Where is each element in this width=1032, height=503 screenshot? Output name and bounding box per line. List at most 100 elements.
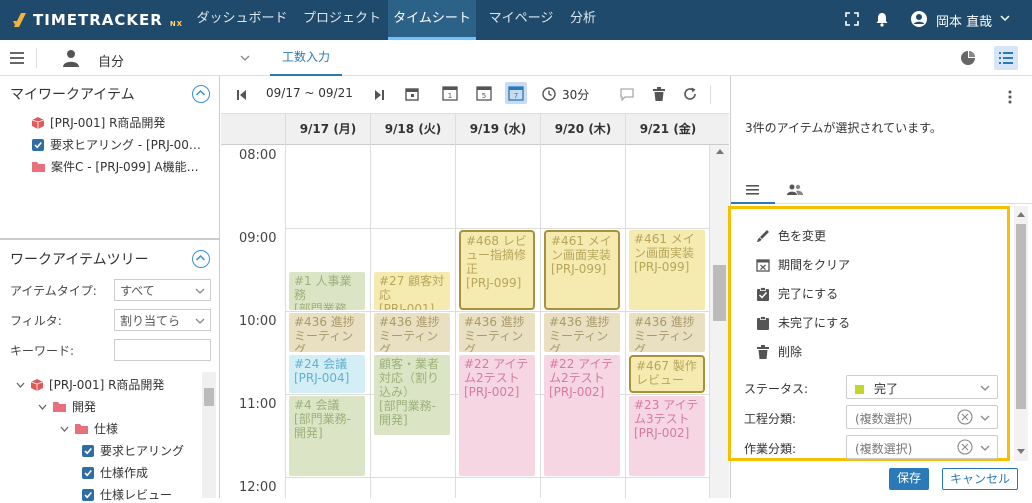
- nav-tab-3[interactable]: マイページ: [478, 0, 564, 40]
- event-line: #23 アイテム3テスト: [634, 398, 699, 426]
- tree-item[interactable]: [PRJ-001] R商品開発: [16, 376, 164, 393]
- field-label: 作業分類:: [744, 442, 797, 456]
- multi-select[interactable]: (複数選択): [846, 405, 998, 429]
- tree-scrollbar-thumb[interactable]: [204, 388, 214, 406]
- user-selector-chevron-icon[interactable]: [240, 55, 250, 61]
- person-icon: [62, 49, 80, 67]
- calendar-5day-view-icon[interactable]: 5: [475, 84, 493, 102]
- calendar-scrollbar[interactable]: [709, 145, 729, 498]
- collapse-tree-button[interactable]: [192, 250, 210, 268]
- bell-icon[interactable]: [875, 12, 889, 27]
- comment-icon[interactable]: [620, 88, 634, 101]
- calendar-event[interactable]: #436 進捗ミーティング: [289, 313, 365, 352]
- status-select[interactable]: 完了: [846, 375, 998, 399]
- action-brush[interactable]: 色を変更: [756, 227, 826, 244]
- event-line: #27 顧客対応: [379, 274, 445, 302]
- day-header[interactable]: 9/17 (月): [285, 114, 370, 145]
- my-work-item[interactable]: 案件C - [PRJ-099] A機能…: [32, 158, 199, 175]
- action-trash[interactable]: 削除: [756, 343, 802, 360]
- calendar-event[interactable]: #461 メイン画面実装 [PRJ-099]: [629, 230, 705, 310]
- fullscreen-icon[interactable]: [845, 12, 859, 26]
- calendar-body[interactable]: 08:00 09:00 10:00 11:00 12:00 #1 人事業務 [部門業務 #27…: [221, 145, 709, 498]
- list-view-button[interactable]: [994, 46, 1018, 70]
- clear-circle-icon[interactable]: [957, 409, 973, 425]
- user-name[interactable]: 岡本 直哉: [936, 11, 992, 30]
- nav-tab-2[interactable]: タイムシート: [388, 0, 476, 40]
- calendar-event[interactable]: #1 人事業務 [部門業務: [289, 272, 365, 310]
- scroll-down-icon[interactable]: [1017, 449, 1025, 454]
- tree-item-label: 仕様レビュー: [100, 488, 173, 502]
- calendar-event[interactable]: #467 製作レビュー: [629, 355, 705, 393]
- keyword-input[interactable]: [114, 339, 211, 361]
- checkbox-checked-icon: [82, 444, 94, 457]
- tab-members[interactable]: [775, 176, 819, 204]
- calendar-event[interactable]: #461 メイン画面実装 [PRJ-099]: [544, 230, 620, 310]
- filter-select[interactable]: すべて: [114, 279, 211, 301]
- calendar-day-view-icon[interactable]: 1: [441, 84, 459, 102]
- calendar-event[interactable]: #436 進捗ミーティング: [374, 313, 450, 352]
- calendar-event[interactable]: #27 顧客対応 [PRJ-001]: [374, 272, 450, 310]
- day-header[interactable]: 9/19 (水): [455, 114, 540, 145]
- refresh-icon[interactable]: [683, 87, 697, 101]
- scroll-up-icon[interactable]: [1017, 212, 1025, 217]
- nav-tab-4[interactable]: 分析: [562, 0, 604, 40]
- first-page-icon[interactable]: [237, 90, 247, 100]
- calendar-today-icon[interactable]: [405, 87, 419, 101]
- multi-select[interactable]: (複数選択): [846, 435, 998, 459]
- user-selector-label[interactable]: 自分: [98, 51, 124, 70]
- more-vertical-icon[interactable]: [1008, 90, 1012, 104]
- calendar-event[interactable]: #4 会議 [部門業務-開発]: [289, 396, 365, 476]
- tab-work-input[interactable]: 工数入力: [270, 40, 342, 76]
- tree-item[interactable]: 要求ヒアリング: [82, 442, 184, 459]
- calendar-event[interactable]: #436 進捗ミーティング: [459, 313, 535, 352]
- tree-item[interactable]: 仕様作成: [82, 464, 148, 481]
- calendar-event[interactable]: #436 進捗ミーティング: [544, 313, 620, 352]
- save-button[interactable]: 保存: [889, 468, 929, 490]
- tree-item[interactable]: 開発: [38, 398, 96, 415]
- last-page-icon[interactable]: [374, 90, 384, 100]
- day-header[interactable]: 9/21 (金): [625, 114, 710, 145]
- action-clipboard-check[interactable]: 完了にする: [756, 285, 838, 302]
- user-avatar-icon[interactable]: [911, 11, 927, 27]
- day-header[interactable]: 9/18 (火): [370, 114, 455, 145]
- app-logo[interactable]: TIMETRACKER NX: [12, 0, 183, 40]
- calendar-event[interactable]: 顧客・業者対応（割り込み） [部門業務-開発]: [374, 355, 450, 435]
- interval-label[interactable]: 30分: [562, 86, 589, 103]
- calendar-event[interactable]: #24 会議 [PRJ-004]: [289, 355, 365, 393]
- tree-item[interactable]: 仕様レビュー: [82, 486, 172, 503]
- action-clipboard[interactable]: 未完了にする: [756, 314, 850, 331]
- calendar-event[interactable]: #468 レビュー指摘修正 [PRJ-099]: [459, 230, 535, 310]
- filter-select[interactable]: 割り当てら: [114, 309, 211, 331]
- pie-chart-icon[interactable]: [961, 51, 975, 65]
- hamburger-menu-icon[interactable]: [10, 52, 24, 64]
- nav-tab-1[interactable]: プロジェクト: [294, 0, 390, 40]
- my-work-item[interactable]: [PRJ-001] R商品開発: [32, 114, 165, 131]
- calendar-week-view-button[interactable]: 7: [505, 82, 527, 104]
- collapse-my-items-button[interactable]: [192, 85, 210, 103]
- action-label: 期間をクリア: [778, 258, 851, 272]
- trash-icon[interactable]: [653, 87, 665, 101]
- event-line: [部門業務-開発]: [379, 399, 437, 427]
- chevron-down-icon: [980, 445, 990, 451]
- detail-scrollbar-thumb[interactable]: [1016, 224, 1026, 409]
- action-calendar-clear[interactable]: 期間をクリア: [756, 256, 850, 273]
- calendar-event[interactable]: #22 アイテム2テスト [PRJ-002]: [544, 355, 620, 476]
- tree-scrollbar[interactable]: [202, 372, 216, 498]
- panel-splitter[interactable]: [0, 238, 220, 240]
- calendar-event[interactable]: #23 アイテム3テスト [PRJ-002]: [629, 396, 705, 476]
- clear-circle-icon[interactable]: [957, 439, 973, 455]
- my-work-item[interactable]: 要求ヒアリング - [PRJ-00…: [32, 136, 201, 153]
- field-label: 工程分類:: [744, 412, 797, 426]
- nav-tab-0[interactable]: ダッシュボード: [188, 0, 296, 40]
- chevron-down-icon[interactable]: [1000, 15, 1010, 21]
- calendar-event[interactable]: #22 アイテム2テスト [PRJ-002]: [459, 355, 535, 476]
- tree-item[interactable]: 仕様: [60, 420, 118, 437]
- day-header[interactable]: 9/20 (木): [540, 114, 625, 145]
- clock-icon[interactable]: [542, 87, 556, 101]
- calendar-event[interactable]: #436 進捗ミーティング: [629, 313, 705, 352]
- scroll-up-icon[interactable]: [716, 149, 724, 154]
- tab-details[interactable]: [731, 176, 775, 204]
- detail-scrollbar[interactable]: [1014, 206, 1028, 461]
- calendar-scrollbar-thumb[interactable]: [713, 265, 726, 321]
- cancel-button[interactable]: キャンセル: [942, 468, 1018, 490]
